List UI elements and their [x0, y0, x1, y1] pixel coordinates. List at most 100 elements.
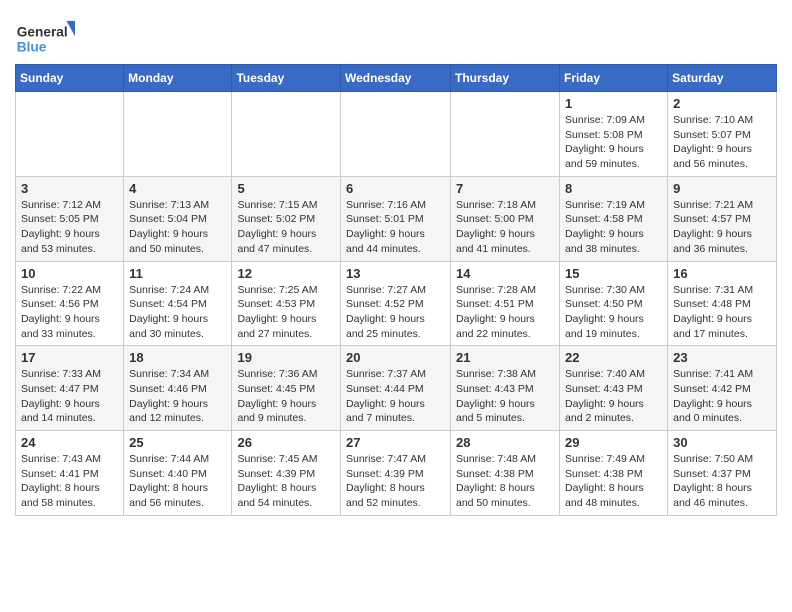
day-number: 6 [346, 181, 445, 196]
calendar-cell: 8 Sunrise: 7:19 AM Sunset: 4:58 PM Daylig… [560, 176, 668, 261]
calendar-cell: 3 Sunrise: 7:12 AM Sunset: 5:05 PM Daylig… [16, 176, 124, 261]
logo-svg: General Blue [15, 16, 75, 60]
calendar-cell: 19 Sunrise: 7:36 AM Sunset: 4:45 PM Dayli… [232, 346, 341, 431]
header-friday: Friday [560, 65, 668, 92]
calendar-cell: 2Sunrise: 7:10 AM Sunset: 5:07 PM Daylig… [668, 92, 777, 177]
calendar-cell: 29 Sunrise: 7:49 AM Sunset: 4:38 PM Dayli… [560, 431, 668, 516]
day-info: Sunrise: 7:47 AM Sunset: 4:39 PM Dayligh… [346, 452, 445, 511]
day-number: 7 [456, 181, 554, 196]
day-info: Sunrise: 7:22 AM Sunset: 4:56 PM Dayligh… [21, 283, 118, 342]
day-info: Sunrise: 7:19 AM Sunset: 4:58 PM Dayligh… [565, 198, 662, 257]
day-info: Sunrise: 7:44 AM Sunset: 4:40 PM Dayligh… [129, 452, 226, 511]
day-info: Sunrise: 7:43 AM Sunset: 4:41 PM Dayligh… [21, 452, 118, 511]
day-number: 8 [565, 181, 662, 196]
day-info: Sunrise: 7:49 AM Sunset: 4:38 PM Dayligh… [565, 452, 662, 511]
day-info: Sunrise: 7:30 AM Sunset: 4:50 PM Dayligh… [565, 283, 662, 342]
day-number: 23 [673, 350, 771, 365]
day-number: 14 [456, 266, 554, 281]
calendar-cell: 9 Sunrise: 7:21 AM Sunset: 4:57 PM Daylig… [668, 176, 777, 261]
day-number: 25 [129, 435, 226, 450]
calendar-cell: 11 Sunrise: 7:24 AM Sunset: 4:54 PM Dayli… [124, 261, 232, 346]
calendar-cell: 27 Sunrise: 7:47 AM Sunset: 4:39 PM Dayli… [341, 431, 451, 516]
day-info: Sunrise: 7:10 AM Sunset: 5:07 PM Dayligh… [673, 113, 771, 172]
calendar-cell: 18 Sunrise: 7:34 AM Sunset: 4:46 PM Dayli… [124, 346, 232, 431]
day-number: 5 [237, 181, 335, 196]
day-number: 3 [21, 181, 118, 196]
calendar-cell: 24 Sunrise: 7:43 AM Sunset: 4:41 PM Dayli… [16, 431, 124, 516]
day-number: 24 [21, 435, 118, 450]
day-info: Sunrise: 7:12 AM Sunset: 5:05 PM Dayligh… [21, 198, 118, 257]
header-monday: Monday [124, 65, 232, 92]
header-wednesday: Wednesday [341, 65, 451, 92]
day-info: Sunrise: 7:37 AM Sunset: 4:44 PM Dayligh… [346, 367, 445, 426]
calendar-cell: 17 Sunrise: 7:33 AM Sunset: 4:47 PM Dayli… [16, 346, 124, 431]
calendar-cell: 30 Sunrise: 7:50 AM Sunset: 4:37 PM Dayli… [668, 431, 777, 516]
header-saturday: Saturday [668, 65, 777, 92]
day-info: Sunrise: 7:36 AM Sunset: 4:45 PM Dayligh… [237, 367, 335, 426]
day-number: 27 [346, 435, 445, 450]
calendar-cell: 12 Sunrise: 7:25 AM Sunset: 4:53 PM Dayli… [232, 261, 341, 346]
day-number: 26 [237, 435, 335, 450]
svg-text:Blue: Blue [17, 40, 47, 55]
day-info: Sunrise: 7:21 AM Sunset: 4:57 PM Dayligh… [673, 198, 771, 257]
day-number: 12 [237, 266, 335, 281]
day-info: Sunrise: 7:34 AM Sunset: 4:46 PM Dayligh… [129, 367, 226, 426]
day-info: Sunrise: 7:45 AM Sunset: 4:39 PM Dayligh… [237, 452, 335, 511]
day-info: Sunrise: 7:18 AM Sunset: 5:00 PM Dayligh… [456, 198, 554, 257]
calendar-cell [124, 92, 232, 177]
day-number: 19 [237, 350, 335, 365]
day-info: Sunrise: 7:16 AM Sunset: 5:01 PM Dayligh… [346, 198, 445, 257]
day-number: 13 [346, 266, 445, 281]
logo: General Blue [15, 16, 75, 60]
day-info: Sunrise: 7:50 AM Sunset: 4:37 PM Dayligh… [673, 452, 771, 511]
calendar-cell: 22 Sunrise: 7:40 AM Sunset: 4:43 PM Dayli… [560, 346, 668, 431]
calendar-table: SundayMondayTuesdayWednesdayThursdayFrid… [15, 64, 777, 516]
day-number: 21 [456, 350, 554, 365]
header-thursday: Thursday [451, 65, 560, 92]
calendar-cell: 16 Sunrise: 7:31 AM Sunset: 4:48 PM Dayli… [668, 261, 777, 346]
day-info: Sunrise: 7:09 AM Sunset: 5:08 PM Dayligh… [565, 113, 662, 172]
day-info: Sunrise: 7:15 AM Sunset: 5:02 PM Dayligh… [237, 198, 335, 257]
calendar-cell [16, 92, 124, 177]
day-info: Sunrise: 7:31 AM Sunset: 4:48 PM Dayligh… [673, 283, 771, 342]
header-sunday: Sunday [16, 65, 124, 92]
day-number: 20 [346, 350, 445, 365]
day-number: 10 [21, 266, 118, 281]
calendar-cell: 13 Sunrise: 7:27 AM Sunset: 4:52 PM Dayli… [341, 261, 451, 346]
calendar-header-row: SundayMondayTuesdayWednesdayThursdayFrid… [16, 65, 777, 92]
day-number: 22 [565, 350, 662, 365]
day-number: 29 [565, 435, 662, 450]
day-number: 11 [129, 266, 226, 281]
day-number: 1 [565, 96, 662, 111]
day-number: 17 [21, 350, 118, 365]
calendar-week-4: 17 Sunrise: 7:33 AM Sunset: 4:47 PM Dayli… [16, 346, 777, 431]
calendar-week-5: 24 Sunrise: 7:43 AM Sunset: 4:41 PM Dayli… [16, 431, 777, 516]
calendar-cell: 28Sunrise: 7:48 AM Sunset: 4:38 PM Dayli… [451, 431, 560, 516]
day-info: Sunrise: 7:40 AM Sunset: 4:43 PM Dayligh… [565, 367, 662, 426]
day-number: 9 [673, 181, 771, 196]
day-info: Sunrise: 7:25 AM Sunset: 4:53 PM Dayligh… [237, 283, 335, 342]
day-info: Sunrise: 7:28 AM Sunset: 4:51 PM Dayligh… [456, 283, 554, 342]
day-number: 18 [129, 350, 226, 365]
title-area [75, 10, 777, 12]
calendar-week-1: 1 Sunrise: 7:09 AM Sunset: 5:08 PM Daylig… [16, 92, 777, 177]
calendar-cell: 20 Sunrise: 7:37 AM Sunset: 4:44 PM Dayli… [341, 346, 451, 431]
calendar-week-2: 3 Sunrise: 7:12 AM Sunset: 5:05 PM Daylig… [16, 176, 777, 261]
calendar-week-3: 10 Sunrise: 7:22 AM Sunset: 4:56 PM Dayli… [16, 261, 777, 346]
day-info: Sunrise: 7:38 AM Sunset: 4:43 PM Dayligh… [456, 367, 554, 426]
page-header: General Blue [15, 10, 777, 60]
day-number: 30 [673, 435, 771, 450]
day-number: 16 [673, 266, 771, 281]
day-info: Sunrise: 7:33 AM Sunset: 4:47 PM Dayligh… [21, 367, 118, 426]
day-info: Sunrise: 7:27 AM Sunset: 4:52 PM Dayligh… [346, 283, 445, 342]
day-info: Sunrise: 7:41 AM Sunset: 4:42 PM Dayligh… [673, 367, 771, 426]
day-info: Sunrise: 7:48 AM Sunset: 4:38 PM Dayligh… [456, 452, 554, 511]
calendar-cell: 6 Sunrise: 7:16 AM Sunset: 5:01 PM Daylig… [341, 176, 451, 261]
calendar-cell [451, 92, 560, 177]
calendar-cell: 25 Sunrise: 7:44 AM Sunset: 4:40 PM Dayli… [124, 431, 232, 516]
calendar-cell: 26 Sunrise: 7:45 AM Sunset: 4:39 PM Dayli… [232, 431, 341, 516]
calendar-cell: 4Sunrise: 7:13 AM Sunset: 5:04 PM Daylig… [124, 176, 232, 261]
day-info: Sunrise: 7:13 AM Sunset: 5:04 PM Dayligh… [129, 198, 226, 257]
day-info: Sunrise: 7:24 AM Sunset: 4:54 PM Dayligh… [129, 283, 226, 342]
calendar-cell: 23 Sunrise: 7:41 AM Sunset: 4:42 PM Dayli… [668, 346, 777, 431]
